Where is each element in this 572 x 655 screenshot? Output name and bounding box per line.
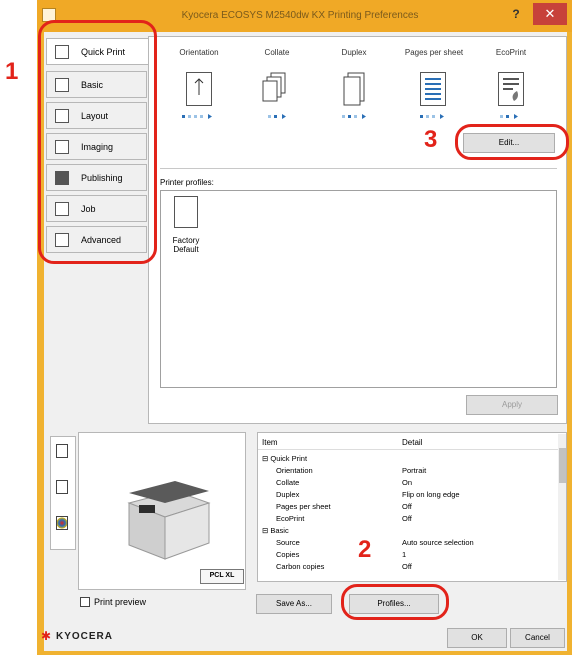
- orientation-options-indicator: [182, 112, 222, 119]
- printer-image: [127, 481, 211, 560]
- duplex-options-indicator: [342, 112, 382, 119]
- printer-profiles-list[interactable]: [160, 190, 557, 388]
- table-row[interactable]: Carbon copies Off: [262, 562, 562, 572]
- close-button[interactable]: ✕: [533, 3, 567, 25]
- row-item: Source: [276, 538, 300, 547]
- column-header-item: Item: [262, 438, 278, 447]
- color-preview-icon[interactable]: [56, 516, 68, 530]
- ecoprint-options-indicator: [500, 112, 540, 119]
- row-detail: Auto source selection: [402, 538, 474, 547]
- category-pages-per-sheet: Pages per sheet: [404, 48, 464, 57]
- category-ecoprint: EcoPrint: [495, 48, 527, 57]
- column-header-detail: Detail: [402, 438, 423, 447]
- table-row[interactable]: Orientation Portrait: [262, 466, 562, 476]
- scrollbar-thumb[interactable]: [559, 448, 566, 483]
- ecoprint-icon[interactable]: [498, 72, 524, 106]
- help-button[interactable]: ?: [504, 4, 528, 24]
- table-row[interactable]: ⊟ Basic: [262, 526, 562, 536]
- window-title: Kyocera ECOSYS M2540dw KX Printing Prefe…: [181, 10, 419, 21]
- row-item: Collate: [276, 478, 300, 487]
- apply-button[interactable]: Apply: [466, 395, 558, 415]
- table-row[interactable]: Duplex Flip on long edge: [262, 490, 562, 500]
- collate-icon[interactable]: [262, 72, 288, 106]
- table-row[interactable]: EcoPrint Off: [262, 514, 562, 524]
- pcl-xl-badge: PCL XL: [200, 569, 244, 584]
- row-item: EcoPrint: [276, 514, 305, 523]
- row-item: Pages per sheet: [276, 502, 331, 511]
- table-row[interactable]: ⊟ Quick Print: [262, 454, 562, 464]
- row-detail: On: [402, 478, 413, 487]
- table-row[interactable]: Source Auto source selection: [262, 538, 562, 548]
- row-item: Duplex: [276, 490, 300, 499]
- divider: [160, 168, 557, 169]
- orientation-icon[interactable]: [186, 72, 212, 106]
- row-item: Copies: [276, 550, 300, 559]
- row-detail: Flip on long edge: [402, 490, 460, 499]
- row-item: Orientation: [276, 466, 313, 475]
- profile-page-icon[interactable]: [174, 196, 198, 228]
- category-collate: Collate: [264, 48, 290, 57]
- category-duplex: Duplex: [341, 48, 367, 57]
- table-row[interactable]: Pages per sheet Off: [262, 502, 562, 512]
- print-preview-checkbox[interactable]: [80, 597, 90, 607]
- printer-preview-icon[interactable]: [56, 444, 68, 458]
- save-as-button[interactable]: Save As...: [256, 594, 332, 614]
- row-detail: Off: [402, 562, 412, 571]
- row-detail: Off: [402, 514, 412, 523]
- row-detail: Off: [402, 502, 412, 511]
- table-row[interactable]: Collate On: [262, 478, 562, 488]
- callout-ring-edit: [455, 124, 569, 160]
- callout-ring-tabs: [38, 20, 157, 264]
- row-detail: 1: [402, 550, 407, 559]
- duplex-icon[interactable]: [342, 72, 368, 106]
- row-item: ⊟ Basic: [262, 526, 289, 535]
- printer-preview-pane: [78, 432, 246, 590]
- table-row[interactable]: Copies 1: [262, 550, 562, 560]
- collate-options-indicator: [268, 112, 308, 119]
- printer-profiles-label: Printer profiles:: [160, 178, 214, 187]
- kyocera-logo-icon: ✱: [41, 629, 52, 643]
- row-detail: Portrait: [402, 466, 427, 475]
- callout-number-1: 1: [5, 58, 19, 85]
- print-preview-label[interactable]: Print preview: [94, 597, 146, 607]
- brand-logo: KYOCERA: [56, 631, 114, 642]
- cancel-button[interactable]: Cancel: [510, 628, 565, 648]
- row-item: Carbon copies: [276, 562, 325, 571]
- pages-per-sheet-options-indicator: [420, 112, 460, 119]
- pages-per-sheet-icon[interactable]: [420, 72, 446, 106]
- callout-ring-profiles: [341, 584, 449, 620]
- document-preview-icon[interactable]: [56, 480, 68, 494]
- callout-number-2: 2: [358, 536, 372, 563]
- ok-button[interactable]: OK: [447, 628, 507, 648]
- profile-item-label[interactable]: Factory Default: [164, 236, 208, 254]
- category-orientation: Orientation: [179, 48, 219, 57]
- row-item: ⊟ Quick Print: [262, 454, 308, 463]
- callout-number-3: 3: [424, 126, 438, 153]
